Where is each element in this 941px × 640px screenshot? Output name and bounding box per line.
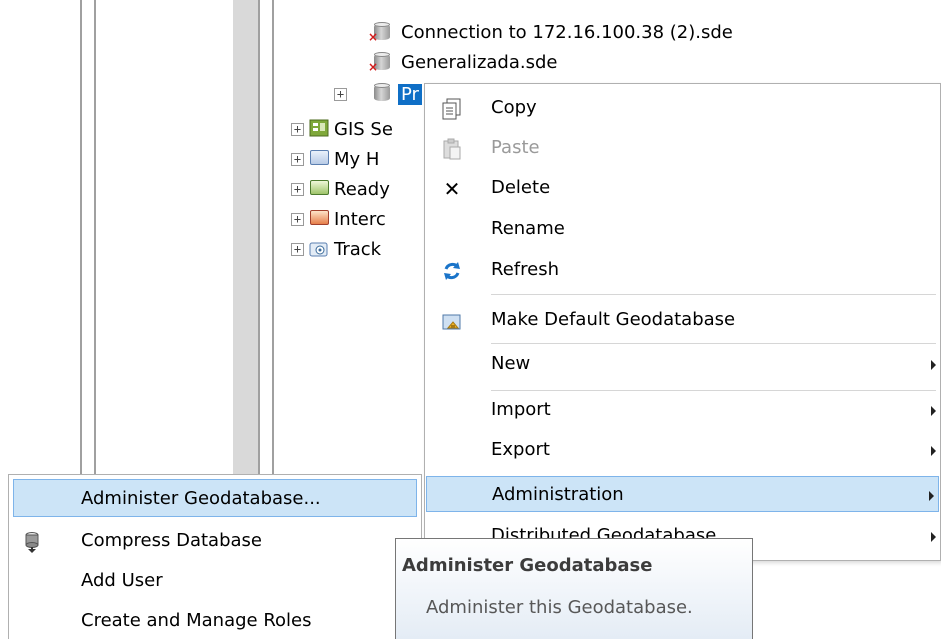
tree-item-tracking[interactable]: Track [334, 236, 381, 262]
menu-item-label: Administer Geodatabase... [81, 488, 321, 509]
database-error-icon: × [368, 52, 390, 73]
submenu-arrow-icon [931, 360, 936, 370]
tree-item-my-hosted[interactable]: My H [334, 146, 379, 172]
menu-item-administration[interactable]: Administration [426, 476, 939, 512]
menu-item-label: Export [491, 439, 550, 460]
tracking-connections-icon [309, 239, 329, 259]
tree-item-interop[interactable]: Interc [334, 206, 386, 232]
menu-item-label: Add User [81, 570, 163, 591]
compress-icon [23, 531, 41, 553]
pane-divider [272, 0, 274, 474]
menu-item-label: Copy [491, 97, 537, 118]
pane-divider [258, 0, 260, 474]
tree-item-label: My H [334, 148, 380, 170]
menu-item-compress-database[interactable]: Compress Database [9, 522, 421, 560]
menu-item-rename[interactable]: Rename [425, 211, 940, 247]
paste-icon [441, 138, 463, 160]
menu-separator [491, 294, 936, 295]
pane-divider [80, 0, 82, 474]
menu-item-delete[interactable]: ✕ Delete [425, 170, 940, 206]
interop-connections-icon [310, 210, 329, 225]
expand-icon[interactable] [334, 88, 347, 101]
tree-item-gis-servers[interactable]: GIS Se [334, 116, 393, 142]
expand-icon[interactable] [291, 213, 304, 226]
database-icon [374, 83, 390, 102]
refresh-icon [441, 260, 463, 282]
menu-item-add-user[interactable]: Add User [9, 562, 421, 600]
menu-item-label: Administration [492, 484, 624, 505]
menu-item-import[interactable]: Import [425, 392, 940, 428]
tree-item-label: GIS Se [334, 118, 393, 140]
submenu-arrow-icon [931, 532, 936, 542]
menu-item-copy[interactable]: Copy [425, 90, 940, 126]
context-menu: Copy Paste ✕ Delete Rename Refresh Make … [424, 83, 941, 561]
menu-item-refresh[interactable]: Refresh [425, 252, 940, 288]
menu-separator [491, 390, 936, 391]
tree-item-ready-to-use[interactable]: Ready [334, 176, 390, 202]
tree-item-label: Pr [398, 83, 422, 105]
pane-divider [94, 0, 96, 474]
splitter-bar[interactable] [233, 0, 258, 474]
submenu-arrow-icon [931, 406, 936, 416]
menu-item-label: Make Default Geodatabase [491, 309, 736, 330]
tree-item-label: Interc [334, 208, 386, 230]
tooltip: Administer Geodatabase Administer this G… [395, 538, 753, 639]
menu-item-label: Create and Manage Roles [81, 610, 312, 631]
menu-item-label: Compress Database [81, 530, 262, 551]
tree-item-label: Track [334, 238, 382, 260]
folder-icon [310, 150, 329, 165]
tree-item-label: Generalizada.sde [401, 51, 558, 73]
delete-icon: ✕ [443, 177, 461, 201]
menu-item-label: New [491, 353, 531, 374]
menu-item-label: Refresh [491, 259, 559, 280]
tooltip-body: Administer this Geodatabase. [426, 597, 693, 618]
submenu-arrow-icon [931, 446, 936, 456]
tooltip-title: Administer Geodatabase [402, 555, 653, 576]
menu-item-label: Rename [491, 218, 565, 239]
expand-icon[interactable] [291, 123, 304, 136]
expand-icon[interactable] [291, 183, 304, 196]
menu-item-export[interactable]: Export [425, 432, 940, 468]
expand-icon[interactable] [291, 153, 304, 166]
menu-item-paste[interactable]: Paste [425, 130, 940, 166]
menu-item-label: Import [491, 399, 551, 420]
tree-item-label: Connection to 172.16.100.38 (2).sde [401, 21, 733, 43]
menu-item-new[interactable]: New [425, 346, 940, 382]
menu-item-label: Paste [491, 137, 540, 158]
copy-icon [441, 98, 463, 120]
tree-item-selected[interactable]: Pr [398, 81, 422, 107]
submenu-arrow-icon [929, 491, 934, 501]
tree-item-label: Ready [334, 178, 390, 200]
folder-icon [310, 180, 329, 195]
database-error-icon: × [368, 22, 390, 43]
tree-item-generalizada[interactable]: Generalizada.sde [401, 49, 557, 75]
expand-icon[interactable] [291, 243, 304, 256]
tree-item-connection[interactable]: Connection to 172.16.100.38 (2).sde [401, 19, 733, 45]
gis-servers-icon [309, 118, 329, 138]
menu-item-make-default-geodatabase[interactable]: Make Default Geodatabase [425, 302, 940, 338]
default-geodatabase-icon [441, 310, 463, 332]
menu-separator [491, 343, 936, 344]
menu-item-create-and-manage-roles[interactable]: Create and Manage Roles [9, 602, 421, 640]
administration-submenu: Administer Geodatabase... Compress Datab… [8, 474, 422, 639]
menu-item-administer-geodatabase[interactable]: Administer Geodatabase... [13, 479, 417, 517]
menu-item-label: Delete [491, 177, 551, 198]
